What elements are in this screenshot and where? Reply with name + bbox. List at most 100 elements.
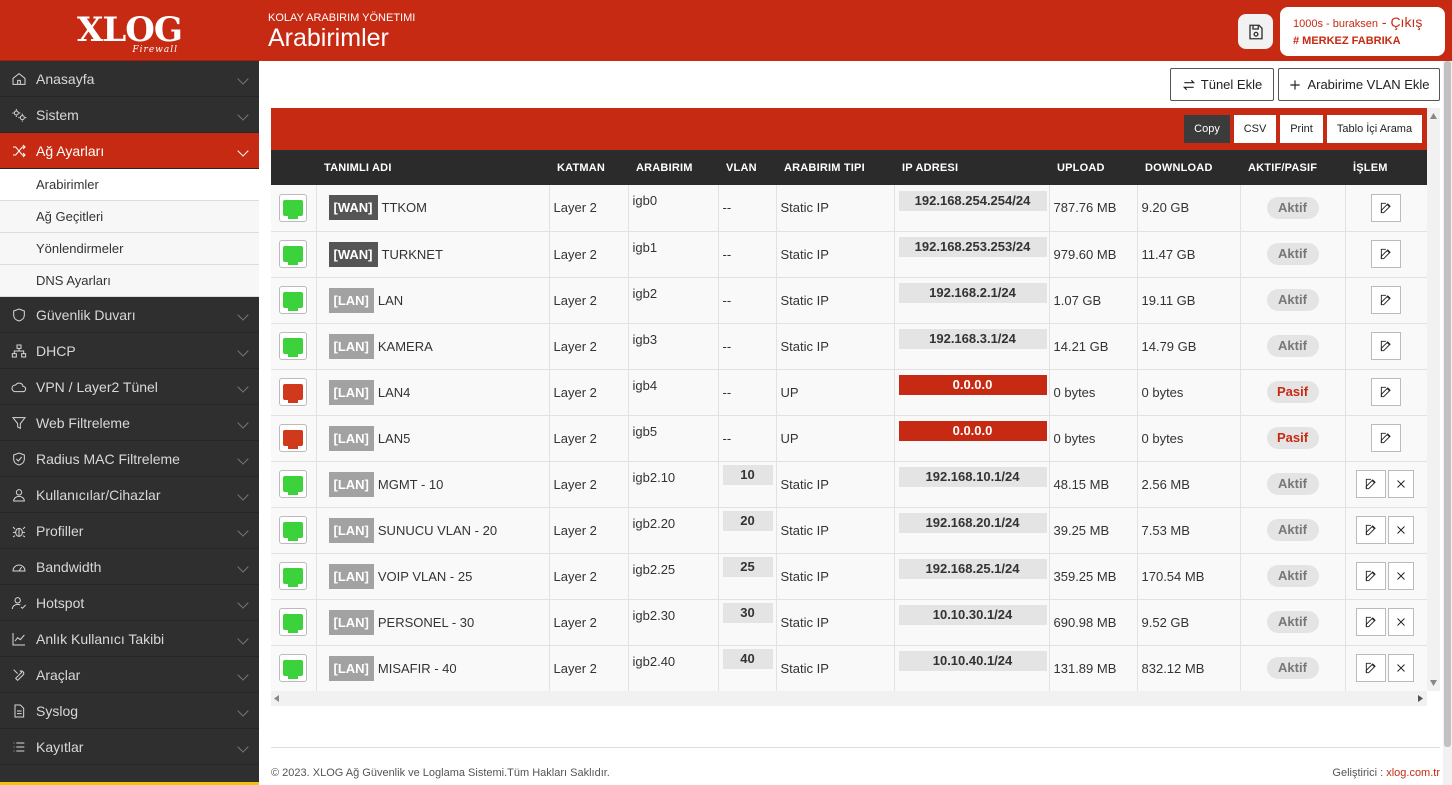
type-cell: Static IP	[776, 507, 895, 554]
sidebar-item-anlık-kullanıcı-takibi[interactable]: Anlık Kullanıcı Takibi	[0, 621, 259, 657]
csv-button[interactable]: CSV	[1234, 115, 1276, 143]
delete-button[interactable]	[1387, 654, 1414, 682]
column-header[interactable]: AKTIF/PASIF	[1240, 150, 1345, 185]
sidebar-item-araçlar[interactable]: Araçlar	[0, 657, 259, 693]
download-cell: 19.11 GB	[1137, 277, 1241, 324]
delete-button[interactable]	[1387, 516, 1414, 544]
iface-cell: igb4	[628, 369, 719, 416]
sidebar-item-vpn-layer2-tünel[interactable]: VPN / Layer2 Tünel	[0, 369, 259, 405]
column-header[interactable]: KATMAN	[549, 150, 628, 185]
add-tunnel-button[interactable]: Tünel Ekle	[1170, 68, 1274, 101]
table-row: [LAN] PERSONEL - 30 Layer 2 igb2.30 30 Static…	[271, 599, 1427, 646]
scroll-right-icon[interactable]	[1417, 695, 1423, 702]
column-header[interactable]: DOWNLOAD	[1137, 150, 1240, 185]
page-subtitle: KOLAY ARABIRIM YÖNETIMI	[268, 12, 416, 24]
sidebar-item-hotspot[interactable]: Hotspot	[0, 585, 259, 621]
sidebar-item-bandwidth[interactable]: Bandwidth	[0, 549, 259, 585]
iface-cell: igb2.25	[628, 553, 719, 600]
horizontal-scrollbar[interactable]	[271, 691, 1427, 706]
upload-cell: 0 bytes	[1049, 369, 1138, 416]
sidebar-item-dhcp[interactable]: DHCP	[0, 333, 259, 369]
column-header[interactable]: VLAN	[718, 150, 776, 185]
table-row: [WAN] TTKOM Layer 2 igb0 -- Static IP 192.168.…	[271, 185, 1427, 232]
status-badge[interactable]: Aktif	[1266, 335, 1319, 357]
edit-button[interactable]	[1370, 424, 1401, 452]
delete-button[interactable]	[1387, 608, 1414, 636]
status-badge[interactable]: Pasif	[1266, 427, 1319, 449]
actions-cell	[1345, 599, 1427, 646]
sidebar-subitem-1[interactable]: Ağ Geçitleri	[0, 201, 259, 233]
edit-button[interactable]	[1355, 470, 1386, 498]
sidebar: XLOG Firewall Anasayfa Sistem Ağ Ayarları Ar…	[0, 0, 259, 785]
edit-button[interactable]	[1355, 608, 1386, 636]
sidebar-item-web-filtreleme[interactable]: Web Filtreleme	[0, 405, 259, 441]
sidebar-item-kayıtlar[interactable]: Kayıtlar	[0, 729, 259, 765]
sidebar-item-sistem[interactable]: Sistem	[0, 97, 259, 133]
sidebar-item-label: Anasayfa	[36, 70, 95, 87]
edit-button[interactable]	[1370, 193, 1401, 222]
actions-cell	[1345, 277, 1427, 324]
table-vertical-scrollbar[interactable]	[1427, 108, 1440, 691]
layer-cell: Layer 2	[549, 323, 629, 370]
edit-button[interactable]	[1370, 332, 1401, 360]
edit-button[interactable]	[1355, 654, 1386, 682]
scroll-up-icon[interactable]	[1430, 113, 1437, 119]
edit-button[interactable]	[1355, 516, 1386, 544]
status-badge[interactable]: Pasif	[1266, 381, 1319, 403]
vlan-badge: 10	[722, 465, 773, 485]
sidebar-item-label: Profiller	[36, 522, 84, 539]
status-badge[interactable]: Aktif	[1266, 657, 1319, 679]
column-header[interactable]: IP ADRESI	[894, 150, 1049, 185]
page-scrollbar[interactable]	[1443, 61, 1452, 785]
edit-button[interactable]	[1370, 378, 1401, 406]
status-badge[interactable]: Aktif	[1266, 243, 1319, 265]
sidebar-subitem-2[interactable]: Yönlendirmeler	[0, 233, 259, 265]
column-header[interactable]: ARABIRIM	[628, 150, 718, 185]
status-badge[interactable]: Aktif	[1266, 473, 1319, 495]
layer-cell: Layer 2	[549, 231, 629, 278]
copy-button[interactable]: Copy	[1184, 115, 1230, 143]
upload-cell: 39.25 MB	[1049, 507, 1138, 554]
sidebar-item-syslog[interactable]: Syslog	[0, 693, 259, 729]
logout-link[interactable]: - Çıkış	[1378, 14, 1422, 30]
table-search-button[interactable]: Tablo İçi Arama	[1327, 115, 1422, 143]
sidebar-item-ağ-ayarları[interactable]: Ağ Ayarları	[0, 133, 259, 169]
actions-cell	[1345, 645, 1427, 691]
interface-name: VOIP VLAN - 25	[377, 568, 473, 584]
edit-button[interactable]	[1370, 286, 1401, 314]
ip-cell: 10.10.40.1/24	[894, 645, 1050, 691]
ip-cell: 0.0.0.0	[894, 415, 1050, 462]
sidebar-item-anasayfa[interactable]: Anasayfa	[0, 61, 259, 97]
brand-logo[interactable]: XLOG Firewall	[0, 0, 259, 61]
status-badge[interactable]: Aktif	[1266, 196, 1319, 219]
sidebar-item-kullanıcılar-cihazlar[interactable]: Kullanıcılar/Cihazlar	[0, 477, 259, 513]
print-button[interactable]: Print	[1280, 115, 1323, 143]
column-header[interactable]: ARABIRIM TIPI	[776, 150, 894, 185]
status-badge[interactable]: Aktif	[1266, 519, 1319, 541]
sidebar-item-güvenlik-duvarı[interactable]: Güvenlik Duvarı	[0, 297, 259, 333]
location-label[interactable]: # MERKEZ FABRIKA	[1293, 35, 1432, 47]
column-header[interactable]	[271, 150, 316, 185]
column-header[interactable]: İŞLEM	[1345, 150, 1427, 185]
edit-button[interactable]	[1370, 240, 1401, 268]
sidebar-subitem-0[interactable]: Arabirimler	[0, 169, 259, 201]
delete-button[interactable]	[1387, 470, 1414, 498]
edit-button[interactable]	[1355, 562, 1386, 590]
ip-cell: 192.168.2.1/24	[894, 277, 1050, 324]
sidebar-item-profiller[interactable]: Profiller	[0, 513, 259, 549]
scroll-down-icon[interactable]	[1430, 680, 1437, 686]
status-badge[interactable]: Aktif	[1266, 611, 1319, 633]
save-config-button[interactable]	[1238, 14, 1273, 49]
status-badge[interactable]: Aktif	[1266, 565, 1319, 587]
column-header[interactable]: UPLOAD	[1049, 150, 1137, 185]
column-header[interactable]: TANIMLI ADI	[316, 150, 549, 185]
add-vlan-button[interactable]: Arabirime VLAN Ekle	[1278, 68, 1440, 101]
table-row: [WAN] TURKNET Layer 2 igb1 -- Static IP 192.16…	[271, 231, 1427, 278]
delete-button[interactable]	[1387, 562, 1414, 590]
sidebar-item-radius-mac-filtreleme[interactable]: Radius MAC Filtreleme	[0, 441, 259, 477]
sidebar-item-label: Kayıtlar	[36, 738, 84, 755]
status-badge[interactable]: Aktif	[1266, 289, 1319, 311]
sidebar-subitem-3[interactable]: DNS Ayarları	[0, 265, 259, 297]
developer-link[interactable]: xlog.com.tr	[1386, 767, 1440, 779]
scroll-left-icon[interactable]	[274, 695, 280, 702]
